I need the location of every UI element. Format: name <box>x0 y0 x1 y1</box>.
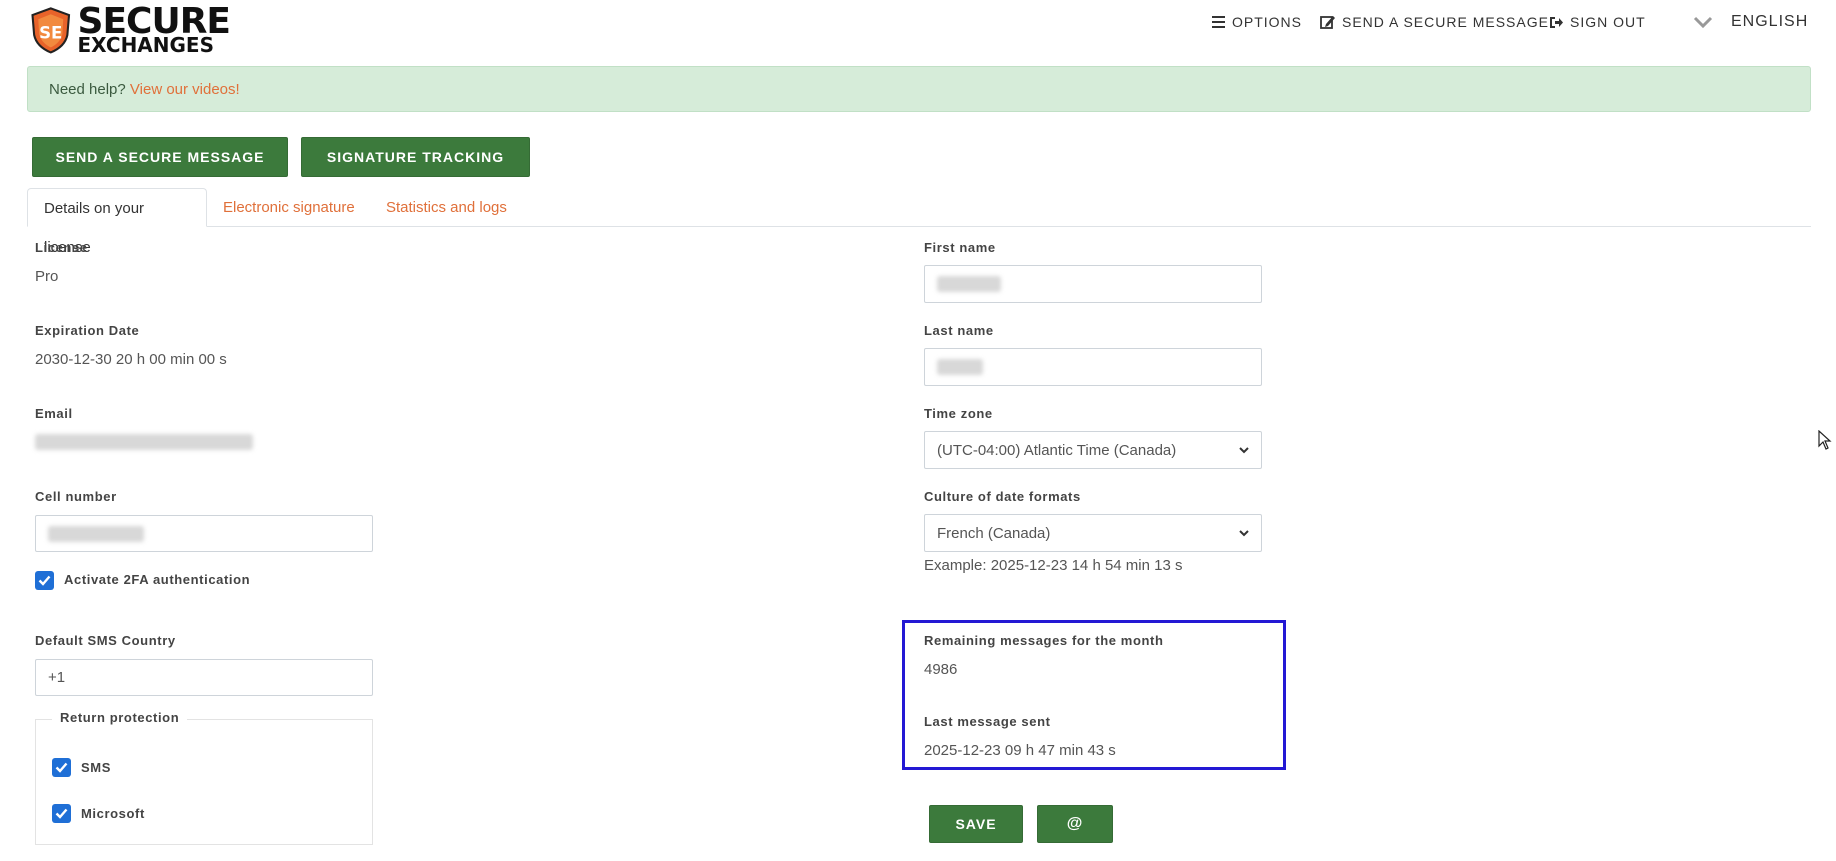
chevron-down-icon <box>1693 16 1713 29</box>
timezone-select[interactable]: (UTC-04:00) Atlantic Time (Canada) <box>924 431 1262 469</box>
nav-sign-out[interactable]: SIGN OUT <box>1549 12 1646 32</box>
send-secure-message-button[interactable]: SEND A SECURE MESSAGE <box>32 137 288 177</box>
culture-value: French (Canada) <box>937 524 1051 542</box>
check-icon <box>55 808 68 819</box>
culture-label: Culture of date formats <box>924 489 1081 504</box>
logo[interactable]: SE SECURE EXCHANGES <box>30 2 231 58</box>
sms-country-input[interactable]: +1 <box>35 659 373 696</box>
save-button[interactable]: SAVE <box>929 805 1023 843</box>
last-message-value: 2025-12-23 09 h 47 min 43 s <box>924 742 1116 759</box>
return-protection-label: Return protection <box>52 710 188 725</box>
expiration-value: 2030-12-30 20 h 00 min 00 s <box>35 351 227 368</box>
microsoft-label: Microsoft <box>81 806 145 821</box>
twofa-label: Activate 2FA authentication <box>64 572 251 587</box>
email-at-button[interactable]: @ <box>1037 805 1113 843</box>
first-name-input[interactable] <box>924 265 1262 303</box>
mouse-cursor-icon <box>1818 430 1832 450</box>
expiration-label: Expiration Date <box>35 323 140 338</box>
help-text: Need help? <box>49 81 126 98</box>
language-label: ENGLISH <box>1731 13 1809 30</box>
last-name-redacted <box>937 359 983 375</box>
language-selector[interactable]: ENGLISH <box>1693 12 1808 32</box>
menu-icon <box>1212 16 1225 28</box>
signature-tracking-button[interactable]: SIGNATURE TRACKING <box>301 137 530 177</box>
check-icon <box>55 762 68 773</box>
svg-text:SE: SE <box>39 23 62 42</box>
chevron-down-icon <box>1239 529 1249 536</box>
culture-select[interactable]: French (Canada) <box>924 514 1262 552</box>
sms-country-value: +1 <box>48 669 66 686</box>
last-name-label: Last name <box>924 323 994 338</box>
sms-label: SMS <box>81 760 111 775</box>
return-protection-group <box>35 719 373 845</box>
help-banner: Need help? View our videos! <box>27 66 1811 112</box>
edit-icon <box>1320 16 1335 29</box>
last-name-input[interactable] <box>924 348 1262 386</box>
nav-options[interactable]: OPTIONS <box>1212 12 1302 32</box>
tab-statistics-logs[interactable]: Statistics and logs <box>370 188 523 227</box>
tab-license-details[interactable]: Details on your license <box>27 188 207 256</box>
last-message-label: Last message sent <box>924 714 1051 729</box>
remaining-messages-label: Remaining messages for the month <box>924 633 1164 648</box>
first-name-label: First name <box>924 240 996 255</box>
license-label: License <box>35 240 88 255</box>
logo-text: SECURE EXCHANGES <box>77 4 231 57</box>
license-value: Pro <box>35 268 59 285</box>
nav-send-secure-label: SEND A SECURE MESSAGE <box>1342 14 1549 30</box>
cell-number-redacted <box>48 525 144 542</box>
nav-send-secure[interactable]: SEND A SECURE MESSAGE <box>1320 12 1549 32</box>
email-label: Email <box>35 406 73 421</box>
view-videos-link[interactable]: View our videos! <box>130 81 240 98</box>
remaining-messages-value: 4986 <box>924 661 958 678</box>
logo-line2: EXCHANGES <box>77 32 214 57</box>
tab-electronic-signature[interactable]: Electronic signature <box>207 188 371 227</box>
chevron-down-icon <box>1239 446 1249 453</box>
timezone-label: Time zone <box>924 406 993 421</box>
email-value-redacted <box>35 434 253 450</box>
nav-options-label: OPTIONS <box>1232 14 1303 30</box>
sign-out-icon <box>1550 16 1563 28</box>
sms-checkbox[interactable] <box>52 758 71 777</box>
cell-number-input[interactable] <box>35 515 373 552</box>
twofa-checkbox[interactable] <box>35 571 54 590</box>
shield-logo-icon: SE <box>31 7 71 54</box>
microsoft-checkbox[interactable] <box>52 804 71 823</box>
culture-example: Example: 2025-12-23 14 h 54 min 13 s <box>924 557 1183 574</box>
check-icon <box>38 575 51 586</box>
nav-sign-out-label: SIGN OUT <box>1570 14 1646 30</box>
sms-country-label: Default SMS Country <box>35 633 176 648</box>
first-name-redacted <box>937 276 1001 292</box>
timezone-value: (UTC-04:00) Atlantic Time (Canada) <box>937 441 1177 459</box>
cell-number-label: Cell number <box>35 489 117 504</box>
